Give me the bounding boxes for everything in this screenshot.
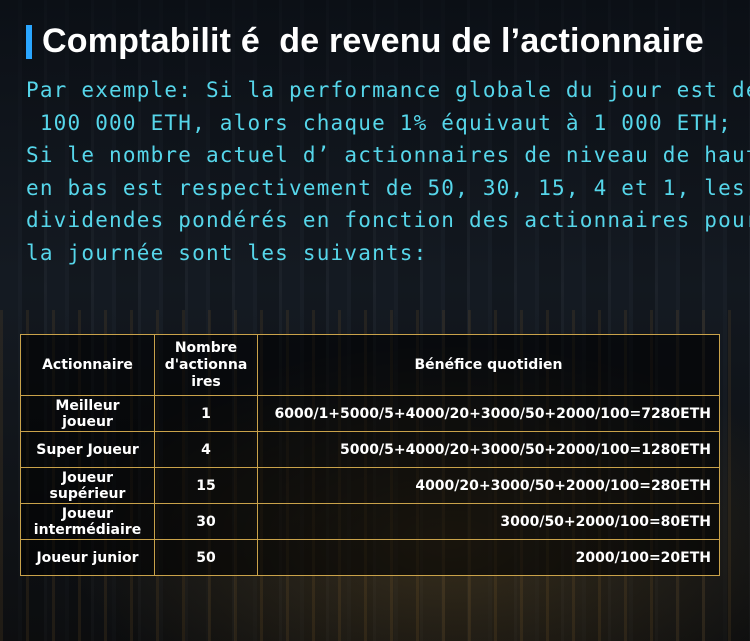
shareholder-count: 30	[154, 503, 258, 540]
shareholder-name: Joueur supérieur	[20, 467, 155, 504]
daily-profit: 6000/1+5000/5+4000/20+3000/50+2000/100=7…	[257, 395, 720, 432]
table-row: Super Joueur 4 5000/5+4000/20+3000/50+20…	[20, 431, 720, 468]
intro-line: en bas est respectivement de 50, 30, 15,…	[26, 175, 746, 200]
intro-line: Si le nombre actuel d’ actionnaires de n…	[26, 143, 750, 167]
dividend-table: Actionnaire Nombre d'actionnaires Bénéfi…	[20, 334, 720, 576]
intro-line: dividendes pondérés en fonction des acti…	[26, 208, 750, 232]
shareholder-name: Joueur junior	[20, 539, 155, 576]
shareholder-name: Super Joueur	[20, 431, 155, 468]
intro-line: Par exemple: Si la performance globale d…	[26, 78, 750, 102]
table-row: Joueur intermédiaire 30 3000/50+2000/100…	[20, 503, 720, 540]
title-accent-bar	[26, 24, 32, 59]
shareholder-name: Meilleur joueur	[20, 395, 155, 432]
shareholder-count: 1	[154, 395, 258, 432]
table-header-row: Actionnaire Nombre d'actionnaires Bénéfi…	[20, 334, 720, 396]
title-row: Comptabilit é de revenu de l’actionnaire	[26, 22, 704, 61]
header-count: Nombre d'actionnaires	[154, 334, 258, 396]
daily-profit: 3000/50+2000/100=80ETH	[257, 503, 720, 540]
daily-profit: 4000/20+3000/50+2000/100=280ETH	[257, 467, 720, 504]
shareholder-count: 15	[154, 467, 258, 504]
page-title: Comptabilit é de revenu de l’actionnaire	[42, 22, 704, 60]
header-daily-profit: Bénéfice quotidien	[257, 334, 720, 396]
table-row: Meilleur joueur 1 6000/1+5000/5+4000/20+…	[20, 395, 720, 432]
table-row: Joueur supérieur 15 4000/20+3000/50+2000…	[20, 467, 720, 504]
header-shareholder: Actionnaire	[20, 334, 155, 396]
shareholder-count: 50	[154, 539, 258, 576]
table-row: Joueur junior 50 2000/100=20ETH	[20, 539, 720, 576]
intro-line: 100 000 ETH, alors chaque 1% équivaut à …	[26, 110, 732, 135]
intro-paragraph: Par exemple: Si la performance globale d…	[26, 74, 750, 269]
shareholder-count: 4	[154, 431, 258, 468]
daily-profit: 2000/100=20ETH	[257, 539, 720, 576]
daily-profit: 5000/5+4000/20+3000/50+2000/100=1280ETH	[257, 431, 720, 468]
intro-line: la journée sont les suivants:	[26, 240, 428, 265]
shareholder-name: Joueur intermédiaire	[20, 503, 155, 540]
